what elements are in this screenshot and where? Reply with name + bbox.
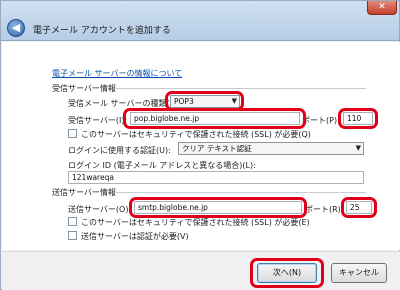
outgoing-auth-required-label: 送信サーバーは認証が必要(V) (81, 232, 189, 241)
server-info-help-link[interactable]: 電子メール サーバーの情報について (52, 68, 182, 79)
next-button[interactable]: 次へ(N) (257, 263, 317, 283)
incoming-type-select[interactable]: POP3 ▼ (170, 95, 240, 108)
login-id-input[interactable]: 121wareqa (68, 171, 364, 184)
login-id-label: ログイン ID (電子メール アドレスと異なる場合)(L): (68, 161, 256, 170)
outgoing-auth-required-checkbox[interactable] (68, 231, 77, 240)
incoming-port-label: ポート(P): (302, 116, 340, 125)
outgoing-port-input[interactable]: 25 (346, 201, 372, 214)
auth-method-select[interactable]: クリア テキスト認証 ▼ (178, 142, 364, 155)
outgoing-port-label: ポート(R): (305, 205, 344, 214)
outgoing-server-input[interactable]: smtp.biglobe.ne.jp (134, 201, 302, 214)
add-email-account-window: ◀ 電子メール アカウントを追加する ✕ 電子メール サーバーの情報について 受… (0, 0, 400, 290)
close-icon[interactable]: ✕ (367, 1, 397, 15)
chevron-down-icon: ▼ (355, 144, 361, 152)
incoming-section-label: 受信サーバー情報 (52, 84, 116, 93)
auth-method-value: クリア テキスト認証 (182, 144, 252, 153)
outgoing-section-label: 送信サーバー情報 (52, 188, 116, 197)
incoming-server-input[interactable]: pop.biglobe.ne.jp (130, 112, 300, 125)
outgoing-section-divider (116, 192, 366, 193)
incoming-ssl-checkbox[interactable] (68, 129, 77, 138)
outgoing-ssl-label: このサーバーはセキュリティで保護された接続 (SSL) が必要(E) (81, 218, 310, 227)
chevron-down-icon: ▼ (231, 97, 237, 105)
outgoing-server-label: 送信サーバー(O): (68, 205, 132, 214)
incoming-ssl-label: このサーバーはセキュリティで保護された接続 (SSL) が必要(Q) (81, 130, 311, 139)
incoming-server-label: 受信サーバー(I): (68, 116, 128, 125)
auth-method-label: ログインに使用する認証(U): (68, 146, 171, 155)
back-arrow-icon[interactable]: ◀ (7, 19, 25, 37)
dialog-footer: 次へ(N) キャンセル (2, 251, 400, 290)
window-title: 電子メール アカウントを追加する (33, 26, 171, 36)
outgoing-ssl-checkbox[interactable] (68, 217, 77, 226)
cancel-button[interactable]: キャンセル (331, 263, 387, 283)
title-bar: ◀ 電子メール アカウントを追加する ✕ (1, 1, 399, 41)
incoming-type-label: 受信メール サーバーの種類(M): (68, 99, 183, 108)
incoming-port-input[interactable]: 110 (343, 112, 373, 125)
incoming-section-divider (116, 88, 366, 89)
incoming-type-value: POP3 (174, 97, 194, 106)
main-content: 電子メール サーバーの情報について 受信サーバー情報 受信メール サーバーの種類… (2, 42, 400, 250)
